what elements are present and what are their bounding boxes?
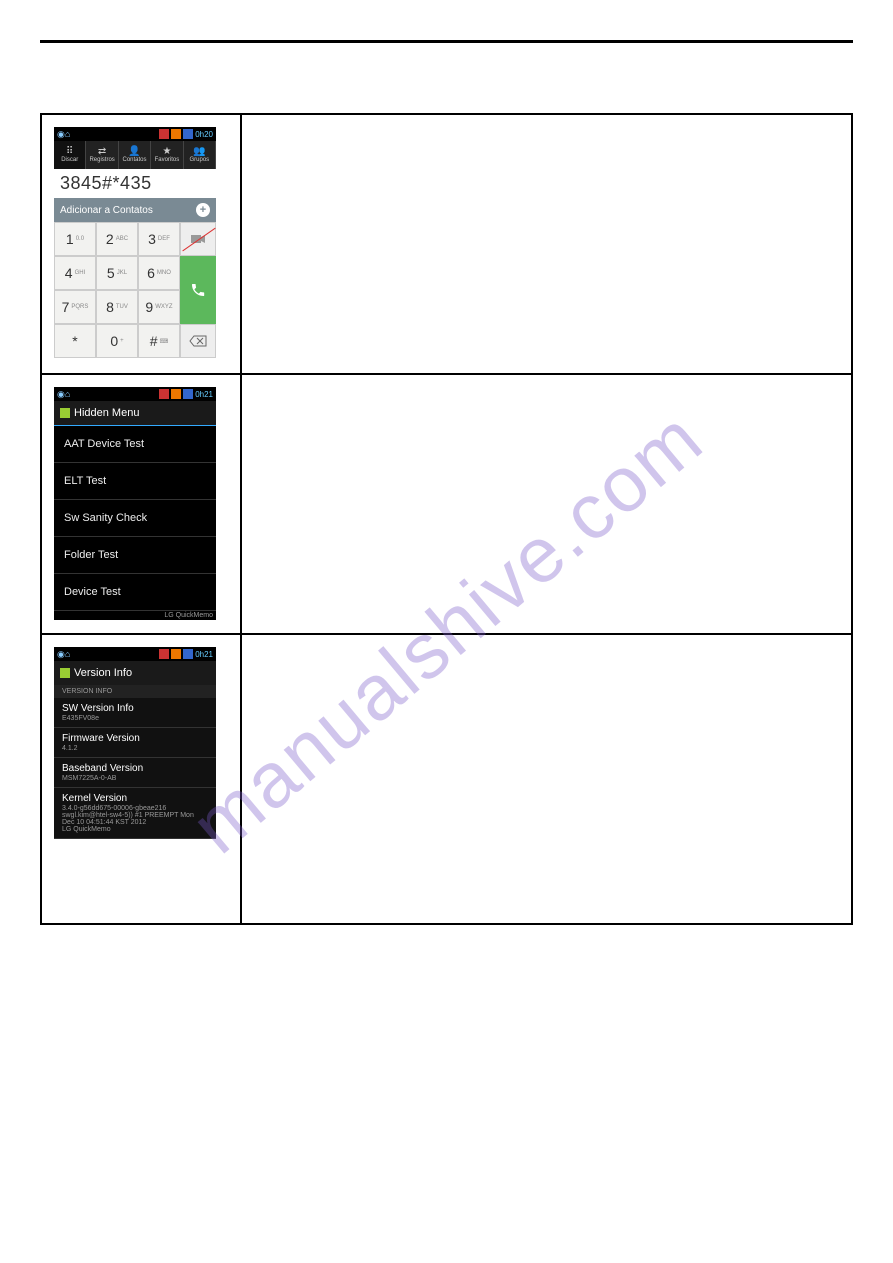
clock: 0h21 (195, 390, 213, 399)
phone-icon (190, 282, 206, 298)
key-9[interactable]: 9WXYZ (138, 290, 180, 324)
wifi-icon: ◉⌂ (57, 649, 70, 660)
menu-list: AAT Device Test ELT Test Sw Sanity Check… (54, 426, 216, 611)
key-8[interactable]: 8TUV (96, 290, 138, 324)
status-icon (159, 129, 169, 139)
wifi-icon: ◉⌂ (57, 129, 70, 140)
keypad-icon: ⠿ (66, 147, 73, 157)
table-row: ◉⌂ 0h21 Hidden Menu AAT Device Tes (41, 374, 852, 634)
backspace-button[interactable] (180, 324, 216, 358)
status-icon (171, 129, 181, 139)
sw-version-item[interactable]: SW Version Info E435FV08e (54, 698, 216, 728)
tab-dial[interactable]: ⠿Discar (54, 141, 86, 169)
group-icon: 👥 (193, 147, 205, 157)
battery-icon (183, 649, 193, 659)
menu-item-aat[interactable]: AAT Device Test (54, 426, 216, 463)
video-call-button[interactable] (180, 222, 216, 256)
hidden-menu-screenshot: ◉⌂ 0h21 Hidden Menu AAT Device Tes (54, 387, 216, 620)
key-hash[interactable]: #⌨ (138, 324, 180, 358)
add-to-contacts[interactable]: Adicionar a Contatos + (54, 198, 216, 222)
menu-item-folder[interactable]: Folder Test (54, 537, 216, 574)
key-4[interactable]: 4GHI (54, 256, 96, 290)
tab-groups[interactable]: 👥Grupos (184, 141, 216, 169)
star-icon: ★ (162, 147, 171, 157)
description-cell (241, 374, 852, 634)
baseband-version-item[interactable]: Baseband Version MSM7225A-0-AB (54, 758, 216, 788)
status-icon (171, 649, 181, 659)
contact-icon: 👤 (128, 147, 140, 157)
key-1[interactable]: 10.0 (54, 222, 96, 256)
logs-icon: ⇄ (98, 147, 106, 157)
key-0[interactable]: 0+ (96, 324, 138, 358)
call-button[interactable] (180, 256, 216, 324)
horizontal-rule (40, 40, 853, 43)
clock: 0h20 (195, 130, 213, 139)
version-header: Version Info (54, 661, 216, 685)
firmware-version-item[interactable]: Firmware Version 4.1.2 (54, 728, 216, 758)
clock: 0h21 (195, 650, 213, 659)
status-icon (159, 649, 169, 659)
key-6[interactable]: 6MNO (138, 256, 180, 290)
backspace-icon (189, 335, 207, 347)
status-bar: ◉⌂ 0h21 (54, 647, 216, 661)
battery-icon (183, 129, 193, 139)
menu-item-sanity[interactable]: Sw Sanity Check (54, 500, 216, 537)
kernel-version-item[interactable]: Kernel Version 3.4.0-g56dd675-00006-gbea… (54, 788, 216, 839)
status-bar: ◉⌂ 0h21 (54, 387, 216, 401)
status-icon (171, 389, 181, 399)
wifi-icon: ◉⌂ (57, 389, 70, 400)
table-row: ◉⌂ 0h21 Version Info VERSION INFO (41, 634, 852, 924)
table-row: ◉⌂ 0h20 ⠿Discar ⇄Registros 👤Contatos ★Fa… (41, 114, 852, 374)
version-section-label: VERSION INFO (54, 685, 216, 698)
app-icon (60, 668, 70, 678)
description-cell (241, 114, 852, 374)
battery-icon (183, 389, 193, 399)
dialer-screenshot: ◉⌂ 0h20 ⠿Discar ⇄Registros 👤Contatos ★Fa… (54, 127, 216, 358)
tab-favorites[interactable]: ★Favoritos (151, 141, 183, 169)
status-icon (159, 389, 169, 399)
instruction-table: ◉⌂ 0h20 ⠿Discar ⇄Registros 👤Contatos ★Fa… (40, 113, 853, 925)
tab-contacts[interactable]: 👤Contatos (119, 141, 151, 169)
key-5[interactable]: 5JKL (96, 256, 138, 290)
version-info-screenshot: ◉⌂ 0h21 Version Info VERSION INFO (54, 647, 216, 839)
app-icon (60, 408, 70, 418)
menu-item-elt[interactable]: ELT Test (54, 463, 216, 500)
key-star[interactable]: * (54, 324, 96, 358)
dialer-tabs: ⠿Discar ⇄Registros 👤Contatos ★Favoritos … (54, 141, 216, 169)
key-2[interactable]: 2ABC (96, 222, 138, 256)
strike-line (182, 228, 215, 252)
status-bar: ◉⌂ 0h20 (54, 127, 216, 141)
description-cell (241, 634, 852, 924)
menu-item-device[interactable]: Device Test (54, 574, 216, 611)
key-3[interactable]: 3DEF (138, 222, 180, 256)
menu-header: Hidden Menu (54, 401, 216, 426)
plus-icon: + (196, 203, 210, 217)
key-7[interactable]: 7PQRS (54, 290, 96, 324)
tab-logs[interactable]: ⇄Registros (86, 141, 118, 169)
dialed-number: 3845#*435 (54, 169, 216, 198)
quickmemo-label: LG QuickMemo (54, 611, 216, 620)
